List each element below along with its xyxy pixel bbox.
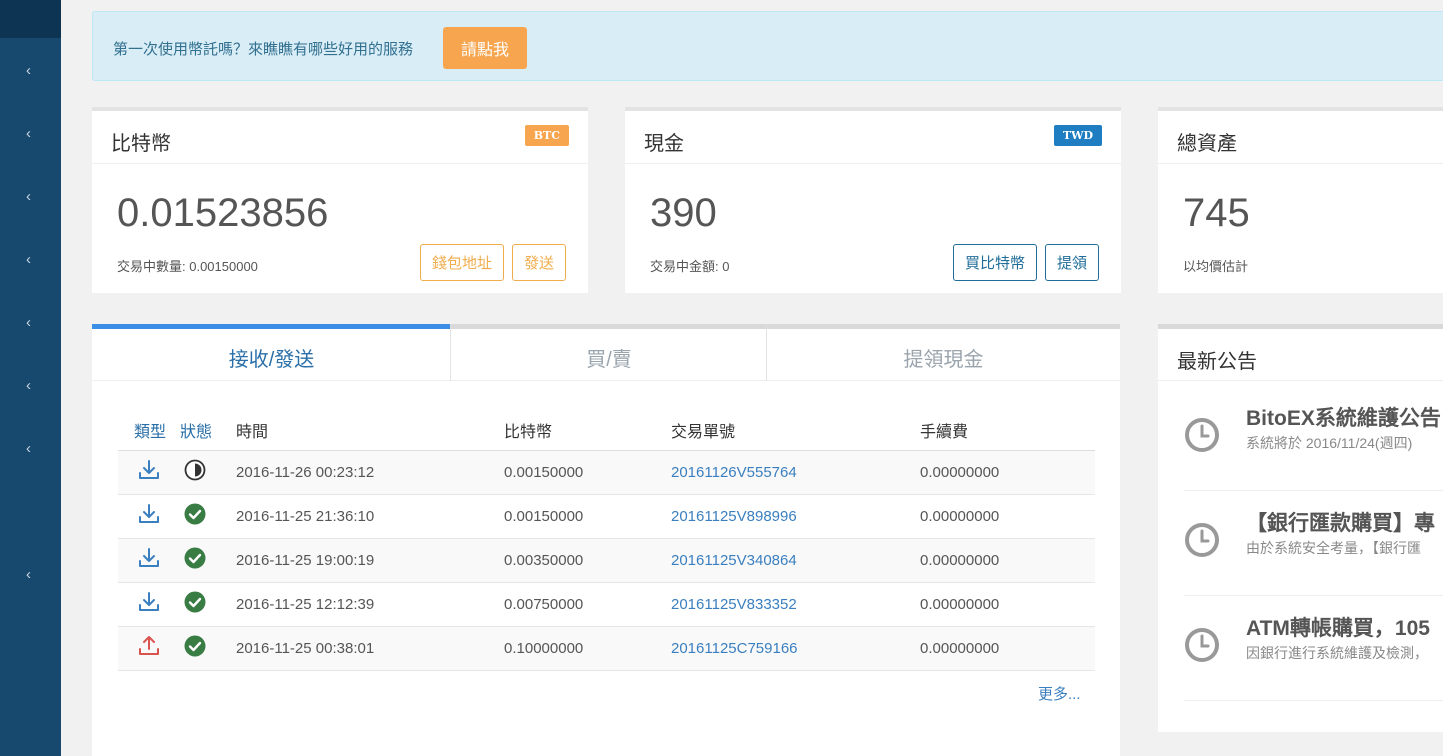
txid-header: 交易單號 [671,411,920,451]
tx-fee: 0.00000000 [920,626,1095,671]
news-item[interactable]: BitoEX系統維護公告系統將於 2016/11/24(週四) [1184,386,1443,491]
type-header[interactable]: 類型 [118,411,180,451]
tx-time: 2016-11-25 21:36:10 [236,494,504,539]
chevron-left-icon[interactable]: ‹ [26,126,31,141]
news-item[interactable]: ATM轉帳購買，105 因銀行進行系統維護及檢測， [1184,596,1443,701]
more-link[interactable]: 更多... [1038,683,1081,704]
tx-btc: 0.00350000 [504,538,671,583]
chevron-left-icon[interactable]: ‹ [26,189,31,204]
btc-card: 比特幣 BTC 0.01523856 交易中數量: 0.00150000 錢包地… [92,107,588,293]
clock-icon [1184,627,1220,663]
tab-buy-sell[interactable]: 買/賣 [450,324,767,381]
chevron-left-icon[interactable]: ‹ [26,63,31,78]
table-row: 2016-11-25 12:12:39 0.00750000 20161125V83… [118,582,1095,627]
chevron-left-icon[interactable]: ‹ [26,252,31,267]
sidebar-top [0,0,61,38]
wallet-address-button[interactable]: 錢包地址 [420,244,505,281]
cash-balance: 390 [650,191,717,235]
tx-btc: 0.00750000 [504,582,671,627]
check-circle-icon [180,626,236,671]
clock-icon [1184,522,1220,558]
transactions-table: 類型 狀態 時間 比特幣 交易單號 手續費 2016-11-26 00:23:1… [118,411,1095,671]
cash-card: 現金 TWD 390 交易中金額: 0 買比特幣 提領 [625,107,1121,293]
table-row: 2016-11-25 19:00:19 0.00350000 20161125V34… [118,538,1095,583]
news-item-desc: 由於系統安全考量，【銀行匯 [1246,540,1421,556]
news-item-desc: 因銀行進行系統維護及檢測， [1246,645,1428,661]
twd-badge: TWD [1053,125,1102,146]
half-circle-icon [180,450,236,495]
send-button[interactable]: 發送 [512,244,567,281]
notice-button[interactable]: 請點我 [443,27,527,69]
total-assets-note: 以均價估計 [1183,259,1249,274]
tx-time: 2016-11-26 00:23:12 [236,450,504,495]
card-header: 比特幣 BTC [92,111,588,164]
table-row: 2016-11-25 21:36:10 0.00150000 20161125V89… [118,494,1095,539]
clock-icon [1184,417,1220,453]
news-item-title[interactable]: 【銀行匯款購買】專 [1246,507,1435,537]
news-item-title[interactable]: ATM轉帳購買，105 [1246,612,1430,642]
tx-btc: 0.10000000 [504,626,671,671]
tx-time: 2016-11-25 19:00:19 [236,538,504,583]
tx-btc: 0.00150000 [504,450,671,495]
tab-bar: 接收/發送 買/賣 提領現金 [92,324,1120,381]
download-icon [118,582,180,627]
status-header[interactable]: 狀態 [180,411,236,451]
tx-id-link[interactable]: 20161125V898996 [671,494,920,539]
news-item-desc: 系統將於 2016/11/24(週四) [1246,435,1413,451]
chevron-left-icon[interactable]: ‹ [26,441,31,456]
news-item-title[interactable]: BitoEX系統維護公告 [1246,402,1441,432]
upload-icon [118,626,180,671]
total-assets-value: 745 [1183,191,1250,235]
chevron-left-icon[interactable]: ‹ [26,378,31,393]
notice-text: 第一次使用幣託嗎？來瞧瞧有哪些好用的服務 [113,41,414,58]
tx-fee: 0.00000000 [920,450,1095,495]
time-header: 時間 [236,411,504,451]
total-assets-card: 總資產 745 以均價估計 [1158,107,1443,293]
card-header: 現金 TWD [625,111,1121,164]
download-icon [118,538,180,583]
card-title: 總資產 [1177,133,1237,155]
tx-fee: 0.00000000 [920,494,1095,539]
fee-header: 手續費 [920,411,1095,451]
table-row: 2016-11-26 00:23:12 0.00150000 20161126V55… [118,450,1095,495]
tx-id-link[interactable]: 20161125C759166 [671,626,920,671]
btc-badge: BTC [524,125,569,146]
chevron-left-icon[interactable]: ‹ [26,567,31,582]
check-circle-icon [180,538,236,583]
welcome-notice: 第一次使用幣託嗎？來瞧瞧有哪些好用的服務 請點我 [92,11,1443,81]
check-circle-icon [180,582,236,627]
tx-fee: 0.00000000 [920,582,1095,627]
btc-balance: 0.01523856 [117,191,329,235]
cash-pending: 交易中金額: 0 [650,259,730,274]
tx-time: 2016-11-25 12:12:39 [236,582,504,627]
chevron-left-icon[interactable]: ‹ [26,315,31,330]
card-title: 現金 [644,133,684,155]
withdraw-button[interactable]: 提領 [1045,244,1100,281]
btc-header: 比特幣 [504,411,671,451]
table-header-row: 類型 狀態 時間 比特幣 交易單號 手續費 [118,411,1095,451]
table-row: 2016-11-25 00:38:01 0.10000000 20161125C75… [118,626,1095,671]
buy-bitcoin-button[interactable]: 買比特幣 [953,244,1038,281]
news-title: 最新公告 [1177,351,1257,373]
tab-receive-send[interactable]: 接收/發送 [92,324,451,381]
news-panel: 最新公告 BitoEX系統維護公告 系統將於 2016/11/24(週四) 【銀行匯… [1158,324,1443,732]
btc-pending: 交易中數量: 0.00150000 [117,259,258,274]
news-header: 最新公告 [1158,329,1443,381]
tx-id-link[interactable]: 20161125V340864 [671,538,920,583]
card-title: 比特幣 [111,133,171,155]
check-circle-icon [180,494,236,539]
tx-id-link[interactable]: 20161125V833352 [671,582,920,627]
news-item[interactable]: 【銀行匯款購買】專由於系統安全考量，【銀行匯 [1184,491,1443,596]
tx-fee: 0.00000000 [920,538,1095,583]
download-icon [118,450,180,495]
card-header: 總資產 [1158,111,1443,164]
tab-withdraw-cash[interactable]: 提領現金 [766,324,1120,381]
tx-time: 2016-11-25 00:38:01 [236,626,504,671]
transactions-panel: 接收/發送 買/賣 提領現金 類型 狀態 時間 比特幣 交易單號 手續費 201… [92,324,1120,756]
download-icon [118,494,180,539]
sidebar: ‹ ‹ ‹ ‹ ‹ ‹ ‹ ‹ [0,0,61,756]
tx-id-link[interactable]: 20161126V555764 [671,450,920,495]
tx-btc: 0.00150000 [504,494,671,539]
